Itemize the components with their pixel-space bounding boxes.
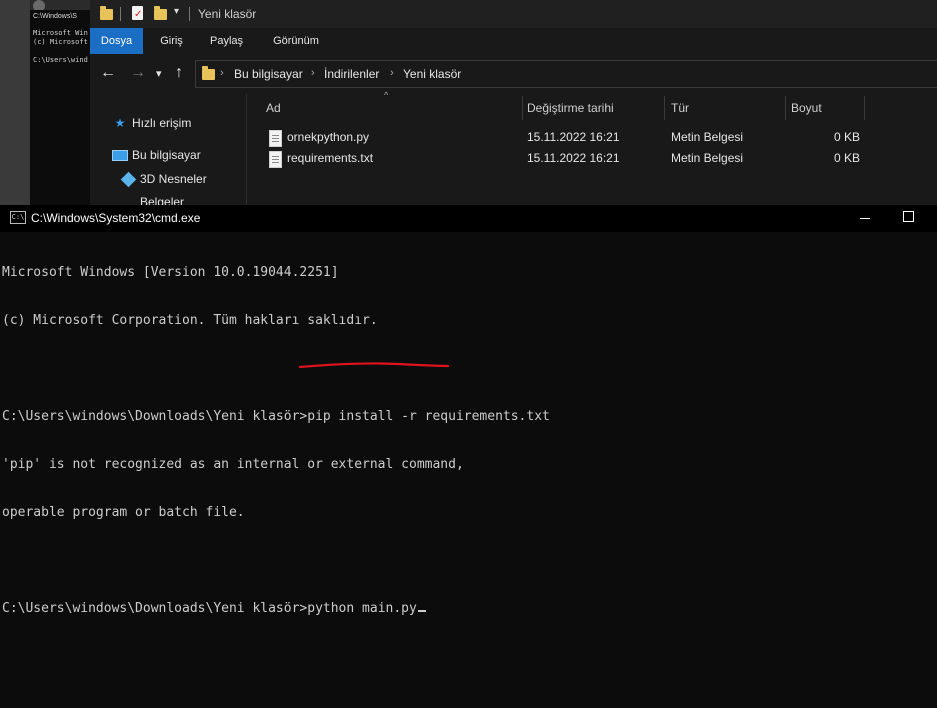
chevron-right-icon[interactable]: › xyxy=(390,67,394,79)
column-header-name[interactable]: Ad xyxy=(266,101,281,115)
background-cmd-window[interactable]: C:\Windows\S Microsoft Win (c) Microsoft… xyxy=(0,0,90,210)
cmd-title-bar[interactable]: C:\ C:\Windows\System32\cmd.exe xyxy=(0,205,937,232)
back-arrow-icon[interactable]: ← xyxy=(100,64,116,82)
file-row[interactable]: requirements.txt 15.11.2022 16:21 Metin … xyxy=(247,149,937,170)
cmd-output[interactable]: Microsoft Windows [Version 10.0.19044.22… xyxy=(2,233,932,649)
file-size: 0 KB xyxy=(834,151,861,165)
background-cmd-title: C:\Windows\S xyxy=(33,13,77,20)
navigation-pane: ★ Hızlı erişim Bu bilgisayar 3D Nesneler … xyxy=(90,94,247,205)
nav-3d-objects[interactable]: 3D Nesneler xyxy=(120,172,207,188)
tab-dosya[interactable]: Dosya xyxy=(90,28,143,54)
tab-paylas[interactable]: Paylaş xyxy=(200,28,253,54)
nav-documents[interactable]: Belgeler xyxy=(120,195,184,205)
cmd-title: C:\Windows\System32\cmd.exe xyxy=(31,211,201,225)
nav-3d-objects-label: 3D Nesneler xyxy=(140,172,207,186)
cmd-line: operable program or batch file. xyxy=(2,505,245,520)
chevron-right-icon[interactable]: › xyxy=(311,67,315,79)
cmd-window[interactable]: C:\ C:\Windows\System32\cmd.exe Microsof… xyxy=(0,205,937,708)
cube-icon xyxy=(120,172,136,188)
column-header-type[interactable]: Tür xyxy=(671,101,689,115)
breadcrumb-current-folder[interactable]: Yeni klasör xyxy=(403,67,461,81)
toolbar-divider xyxy=(120,7,121,21)
file-name: requirements.txt xyxy=(287,151,374,165)
window-title: Yeni klasör xyxy=(198,7,257,21)
text-cursor xyxy=(417,610,426,612)
tab-giris[interactable]: Giriş xyxy=(148,28,195,54)
file-modified: 15.11.2022 16:21 xyxy=(527,130,620,144)
cmd-line: C:\Users\windows\Downloads\Yeni klasör>p… xyxy=(2,409,550,424)
star-icon: ★ xyxy=(114,116,126,130)
tab-gorunum[interactable]: Görünüm xyxy=(260,28,332,54)
sort-ascending-icon: ^ xyxy=(384,90,389,100)
cmd-line: (c) Microsoft Corporation. Tüm hakları s… xyxy=(2,313,378,328)
maximize-icon xyxy=(903,211,914,222)
background-window-strip xyxy=(0,0,30,210)
text-file-icon xyxy=(269,151,282,168)
file-type: Metin Belgesi xyxy=(671,130,744,144)
cmd-line: Microsoft Windows [Version 10.0.19044.22… xyxy=(2,265,339,280)
background-cmd-line: (c) Microsoft xyxy=(33,38,88,46)
cmd-icon: C:\ xyxy=(10,211,26,224)
customize-toolbar-icon[interactable]: ▾ xyxy=(174,6,179,17)
column-divider[interactable] xyxy=(522,96,523,120)
column-header-size[interactable]: Boyut xyxy=(791,101,822,115)
address-bar[interactable]: › Bu bilgisayar › İndirilenler › Yeni kl… xyxy=(195,60,937,88)
file-name: ornekpython.py xyxy=(287,130,370,144)
cmd-line: 'pip' is not recognized as an internal o… xyxy=(2,457,464,472)
column-divider[interactable] xyxy=(785,96,786,120)
new-folder-icon[interactable] xyxy=(154,6,167,20)
text-file-icon xyxy=(269,130,282,147)
maximize-button[interactable] xyxy=(886,205,932,232)
file-list: ^ Ad Değiştirme tarihi Tür Boyut ornekpy… xyxy=(247,90,937,205)
toolbar-divider xyxy=(189,7,190,21)
properties-icon[interactable]: ✓ xyxy=(132,6,143,20)
computer-icon xyxy=(112,148,128,162)
cmd-prompt: C:\Users\windows\Downloads\Yeni klasör> xyxy=(2,601,308,616)
recent-locations-chevron-icon[interactable]: ▾ xyxy=(156,67,162,80)
nav-this-pc[interactable]: Bu bilgisayar xyxy=(112,148,201,162)
folder-icon[interactable] xyxy=(100,6,113,20)
minimize-button[interactable] xyxy=(842,205,888,232)
minimize-icon xyxy=(860,218,870,219)
nav-quick-access-label: Hızlı erişim xyxy=(132,116,192,130)
folder-icon xyxy=(202,66,215,80)
forward-arrow-icon[interactable]: → xyxy=(130,64,146,82)
nav-documents-label: Belgeler xyxy=(140,195,185,205)
up-arrow-icon[interactable]: ↑ xyxy=(175,64,183,82)
background-cmd-line: C:\Users\wind xyxy=(33,56,88,64)
file-row[interactable]: ornekpython.py 15.11.2022 16:21 Metin Be… xyxy=(247,128,937,149)
column-header-modified[interactable]: Değiştirme tarihi xyxy=(527,101,614,115)
ribbon-tabs: Dosya Giriş Paylaş Görünüm xyxy=(90,28,937,54)
file-modified: 15.11.2022 16:21 xyxy=(527,151,620,165)
file-size: 0 KB xyxy=(834,130,861,144)
cmd-prompt-line[interactable]: C:\Users\windows\Downloads\Yeni klasör>p… xyxy=(2,601,932,617)
nav-quick-access[interactable]: ★ Hızlı erişim xyxy=(112,116,192,130)
cmd-line xyxy=(2,553,932,569)
column-divider[interactable] xyxy=(864,96,865,120)
chevron-right-icon[interactable]: › xyxy=(220,67,224,79)
background-cmd-body: C:\Windows\S Microsoft Win (c) Microsoft… xyxy=(30,10,90,210)
column-divider[interactable] xyxy=(664,96,665,120)
file-type: Metin Belgesi xyxy=(671,151,744,165)
quick-access-toolbar: ✓ ▾ Yeni klasör xyxy=(90,0,937,28)
cmd-line xyxy=(2,361,932,377)
breadcrumb-downloads[interactable]: İndirilenler xyxy=(324,67,379,81)
breadcrumb-this-pc[interactable]: Bu bilgisayar xyxy=(234,67,303,81)
background-cmd-line: Microsoft Win xyxy=(33,29,88,37)
nav-this-pc-label: Bu bilgisayar xyxy=(132,148,201,162)
red-underline-annotation xyxy=(298,362,450,369)
file-explorer-window[interactable]: ✓ ▾ Yeni klasör Dosya Giriş Paylaş Görün… xyxy=(90,0,937,205)
cmd-current-input[interactable]: python main.py xyxy=(307,601,417,616)
navigation-bar: ← → ▾ ↑ › Bu bilgisayar › İndirilenler ›… xyxy=(90,54,937,94)
